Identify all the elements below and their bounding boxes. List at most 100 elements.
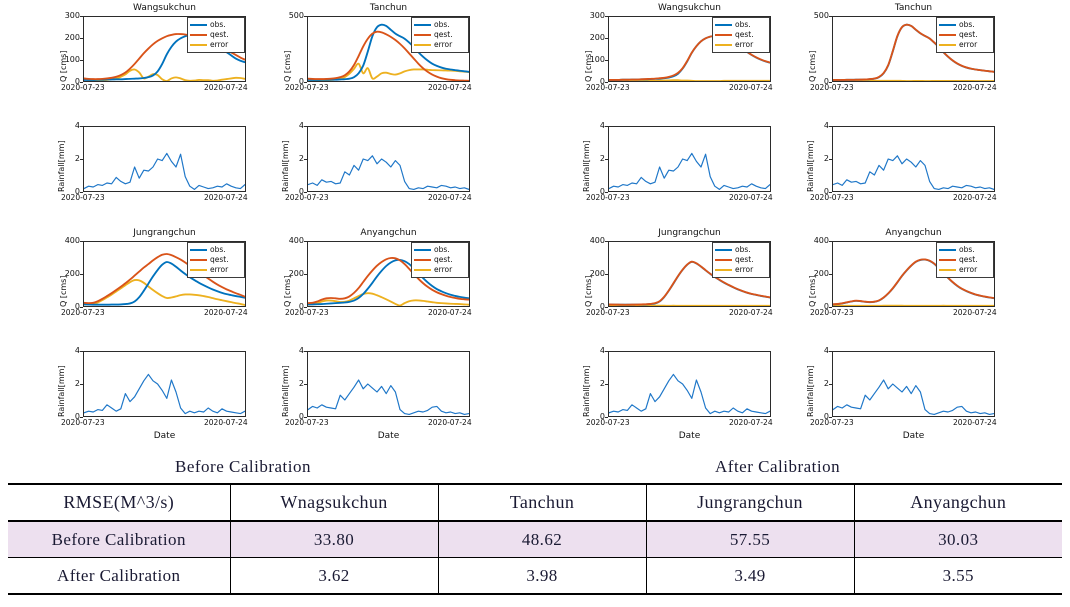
x-tick-start-rain-anyangchun-after: 2020-07-23 [810, 418, 854, 427]
y-tick-mark [304, 126, 307, 127]
legend-swatch-error [190, 269, 207, 271]
y-tick-tanchun-before-500: 500 [288, 11, 304, 20]
legend-label-error: error [434, 265, 453, 274]
y-tick-mark [304, 16, 307, 17]
cell-after-anyangchun: 3.55 [853, 557, 1062, 595]
table-header-metric: RMSE(M^3/s) [8, 483, 231, 522]
x-axis-label-rain-anyangchun-before: Date [377, 431, 400, 441]
legend-label-obs: obs. [735, 20, 751, 29]
legend-label-qest: qest. [210, 30, 229, 39]
legend-swatch-obs [414, 249, 431, 251]
x-tick-end-tanchun-before: 2020-07-24 [428, 83, 472, 92]
legend-swatch-qest [939, 259, 956, 261]
legend-item-qest: qest. [190, 30, 241, 40]
x-tick-end-anyangchun-before: 2020-07-24 [428, 308, 472, 317]
x-tick-start-tanchun-after: 2020-07-23 [810, 83, 854, 92]
legend-item-obs: obs. [715, 245, 766, 255]
x-tick-start-rain-tanchun-after: 2020-07-23 [810, 193, 854, 202]
y-tick-wangsukchun-after-200: 200 [589, 33, 605, 42]
legend-item-qest: qest. [414, 30, 465, 40]
legend-label-error: error [735, 40, 754, 49]
chart-panel-wangsukchun-after: Wangsukchun 300 200 100 0 Q [cms] 2020-07-23 20… [584, 3, 773, 92]
legend-swatch-error [715, 269, 732, 271]
y-tick-mark [605, 241, 608, 242]
y-tick-jungrangchun-before-400: 400 [64, 236, 80, 245]
legend-tanchun-after: obs. qest. error [936, 17, 994, 53]
plot-lines-rain-jungrangchun-before [84, 373, 245, 415]
legend-swatch-error [939, 44, 956, 46]
y-tick-mark [80, 351, 83, 352]
y-tick-mark [605, 351, 608, 352]
chart-panel-tanchun-after: Tanchun 500 0 Q [cms] 2020-07-23 2020-07-24 ob… [808, 3, 997, 92]
y-tick-mark [829, 351, 832, 352]
legend-item-error: error [715, 265, 766, 275]
y-tick-rain-jungrangchun-after-4: 4 [599, 346, 605, 355]
plot-lines-rain-tanchun-before [308, 155, 469, 190]
y-axis-label-jungrangchun-before: Q [cms] [59, 275, 68, 307]
y-tick-mark [829, 384, 832, 385]
legend-label-error: error [959, 265, 978, 274]
row-label-before: Before Calibration [8, 521, 231, 558]
legend-item-error: error [715, 40, 766, 50]
y-tick-rain-anyangchun-after-4: 4 [823, 346, 829, 355]
legend-item-error: error [190, 40, 241, 50]
y-axis-label-wangsukchun-before: Q [cms] [59, 50, 68, 82]
chart-title-jungrangchun-after: Jungrangchun [658, 228, 721, 238]
y-axis-label-rain-wangsukchun-before: Rainfall[mm] [57, 140, 66, 192]
y-tick-rain-wangsukchun-after-4: 4 [599, 121, 605, 130]
legend-item-error: error [939, 265, 990, 275]
legend-swatch-qest [715, 34, 732, 36]
table-header-jungrangchun: Jungrangchun [645, 483, 855, 522]
x-axis-label-rain-jungrangchun-after: Date [678, 431, 701, 441]
x-tick-start-anyangchun-before: 2020-07-23 [285, 308, 329, 317]
legend-item-obs: obs. [939, 20, 990, 30]
legend-swatch-obs [190, 24, 207, 26]
y-axis-label-anyangchun-before: Q [cms] [283, 275, 292, 307]
chart-panel-jungrangchun-before: Jungrangchun 400 200 0 Q [cms] 2020-07-23 2020… [59, 228, 248, 317]
cell-before-anyangchun: 30.03 [853, 521, 1062, 558]
legend-item-error: error [939, 40, 990, 50]
legend-swatch-obs [414, 24, 431, 26]
y-axis-label-jungrangchun-after: Q [cms] [584, 275, 593, 307]
table-row: Before Calibration 33.80 48.62 57.55 30.… [8, 521, 1062, 558]
y-tick-wangsukchun-before-200: 200 [64, 33, 80, 42]
y-tick-mark [80, 16, 83, 17]
legend-label-qest: qest. [959, 255, 978, 264]
y-tick-mark [304, 159, 307, 160]
y-tick-mark [829, 159, 832, 160]
legend-jungrangchun-before: obs. qest. error [187, 242, 245, 278]
legend-swatch-qest [190, 259, 207, 261]
y-tick-mark [304, 241, 307, 242]
legend-label-error: error [434, 40, 453, 49]
y-axis-label-tanchun-after: Q [cms] [808, 50, 817, 82]
plot-area-rain-jungrangchun-before [83, 351, 246, 417]
legend-label-qest: qest. [735, 255, 754, 264]
legend-swatch-error [190, 44, 207, 46]
y-axis-label-rain-tanchun-before: Rainfall[mm] [281, 140, 290, 192]
x-tick-start-rain-anyangchun-before: 2020-07-23 [285, 418, 329, 427]
y-tick-jungrangchun-after-400: 400 [589, 236, 605, 245]
legend-label-error: error [210, 265, 229, 274]
legend-swatch-obs [190, 249, 207, 251]
y-tick-anyangchun-after-400: 400 [813, 236, 829, 245]
table-header-anyangchun: Anyangchun [853, 483, 1062, 522]
x-tick-end-jungrangchun-after: 2020-07-24 [729, 308, 773, 317]
legend-swatch-error [715, 44, 732, 46]
x-tick-start-jungrangchun-before: 2020-07-23 [61, 308, 105, 317]
y-tick-rain-tanchun-after-4: 4 [823, 121, 829, 130]
legend-item-qest: qest. [190, 255, 241, 265]
y-tick-mark [605, 16, 608, 17]
plot-area-rain-jungrangchun-after [608, 351, 771, 417]
y-tick-mark [605, 274, 608, 275]
chart-panel-anyangchun-before: Anyangchun 400 200 0 Q [cms] 2020-07-23 2020-0… [283, 228, 472, 317]
y-axis-label-rain-anyangchun-after: Rainfall[mm] [806, 365, 815, 417]
y-tick-wangsukchun-before-300: 300 [64, 11, 80, 20]
y-axis-label-rain-jungrangchun-before: Rainfall[mm] [57, 365, 66, 417]
legend-swatch-error [939, 269, 956, 271]
chart-panel-jungrangchun-after: Jungrangchun 400 200 0 Q [cms] 2020-07-23 2020… [584, 228, 773, 317]
legend-label-qest: qest. [959, 30, 978, 39]
legend-anyangchun-after: obs. qest. error [936, 242, 994, 278]
x-tick-end-rain-jungrangchun-before: 2020-07-24 [204, 418, 248, 427]
cell-before-jungrangchun: 57.55 [645, 521, 855, 558]
y-tick-mark [80, 126, 83, 127]
